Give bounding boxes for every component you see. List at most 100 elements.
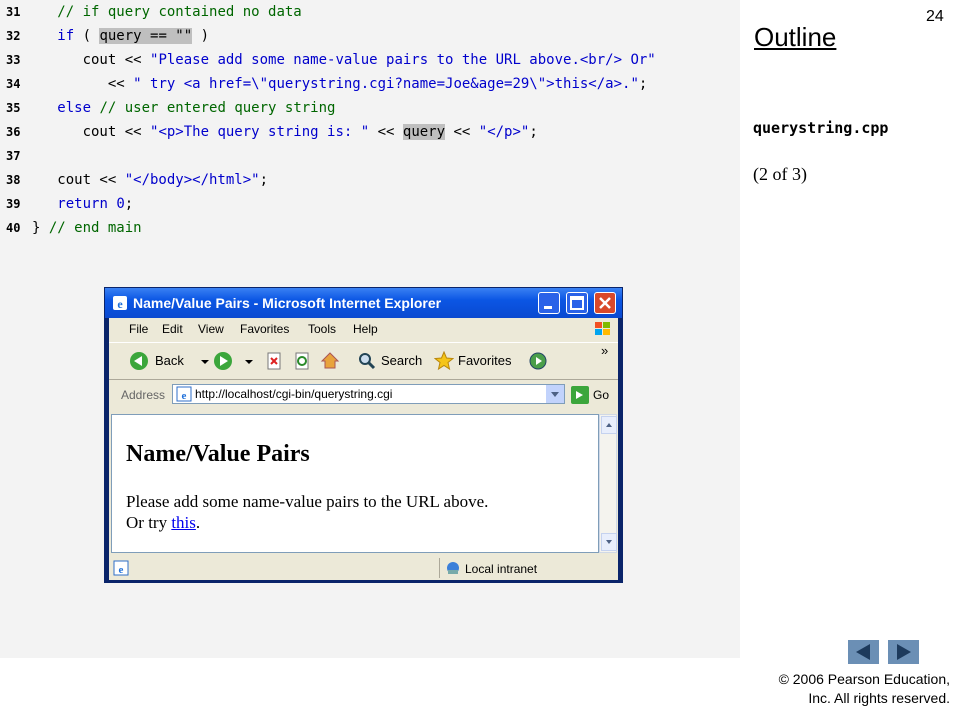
favorites-button[interactable]: Favorites bbox=[458, 353, 511, 368]
address-bar: Address e http://localhost/cgi-bin/query… bbox=[109, 380, 618, 408]
code-token: else bbox=[57, 100, 92, 116]
browser-window: e Name/Value Pairs - Microsoft Internet … bbox=[104, 287, 623, 583]
code-token: 0 bbox=[116, 196, 125, 212]
part-label: (2 of 3) bbox=[753, 164, 807, 184]
copyright-line-2: Inc. All rights reserved. bbox=[808, 690, 950, 706]
go-arrow-icon[interactable] bbox=[571, 386, 589, 404]
code-text: if ( query == "" ) bbox=[32, 24, 209, 48]
page-line-2: Or try this. bbox=[126, 512, 488, 533]
toolbar: Back Search Favorites » bbox=[109, 342, 618, 380]
code-token: } bbox=[32, 220, 49, 236]
copyright-line-1: © 2006 Pearson Education, bbox=[778, 671, 950, 687]
line-number: 36 bbox=[6, 125, 21, 139]
code-token: "<p>The query string is: " bbox=[150, 124, 370, 140]
page-icon: e bbox=[176, 386, 192, 402]
go-button[interactable]: Go bbox=[593, 388, 609, 402]
code-text: << " try <a href=\"querystring.cgi?name=… bbox=[32, 72, 647, 96]
line-number: 35 bbox=[6, 101, 21, 115]
code-text: cout << "Please add some name-value pair… bbox=[32, 48, 656, 72]
code-text: cout << "</body></html>"; bbox=[32, 168, 268, 192]
chevron-down-icon bbox=[551, 392, 559, 397]
address-label: Address bbox=[121, 388, 166, 402]
code-token: query bbox=[402, 124, 446, 140]
code-token: ( bbox=[74, 28, 100, 44]
minimize-icon bbox=[544, 306, 552, 309]
home-icon[interactable] bbox=[320, 351, 340, 371]
code-token: "</p>" bbox=[478, 124, 530, 140]
svg-text:e: e bbox=[119, 564, 124, 576]
code-token: << bbox=[32, 76, 134, 92]
status-divider bbox=[439, 558, 440, 578]
slide-number: 24 bbox=[926, 8, 944, 25]
line-number: 34 bbox=[6, 77, 21, 91]
line-number: 37 bbox=[6, 149, 21, 163]
back-button[interactable]: Back bbox=[155, 353, 184, 368]
menu-item-edit[interactable]: Edit bbox=[162, 322, 183, 336]
code-text: // if query contained no data bbox=[32, 0, 301, 24]
code-token: query == "" bbox=[99, 28, 193, 44]
local-intranet-icon bbox=[447, 562, 459, 574]
code-token: "</body></html>" bbox=[124, 172, 260, 188]
page-paragraph: Please add some name-value pairs to the … bbox=[126, 491, 488, 533]
this-link[interactable]: this bbox=[171, 513, 196, 532]
status-zone: Local intranet bbox=[465, 562, 538, 576]
code-token: ; bbox=[529, 124, 538, 140]
search-button[interactable]: Search bbox=[381, 353, 422, 368]
back-arrow-icon[interactable] bbox=[129, 351, 149, 371]
line-number: 40 bbox=[6, 221, 21, 235]
close-button[interactable] bbox=[594, 292, 616, 314]
windows-flag-icon bbox=[595, 322, 610, 335]
minimize-button[interactable] bbox=[538, 292, 560, 314]
search-icon[interactable] bbox=[357, 351, 377, 371]
back-dropdown-icon[interactable] bbox=[195, 351, 215, 371]
address-input[interactable]: e http://localhost/cgi-bin/querystring.c… bbox=[172, 384, 565, 404]
browser-title: Name/Value Pairs - Microsoft Internet Ex… bbox=[133, 295, 442, 311]
address-dropdown-button[interactable] bbox=[546, 385, 564, 403]
maximize-button[interactable] bbox=[566, 292, 588, 314]
toolbar-overflow-icon[interactable]: » bbox=[601, 343, 608, 358]
favorites-star-icon[interactable] bbox=[434, 351, 454, 371]
code-token: cout << bbox=[32, 52, 151, 68]
code-token: " try <a href=\"querystring.cgi?name=Joe… bbox=[133, 76, 639, 92]
code-token: "Please add some name-value pairs to the… bbox=[150, 52, 656, 68]
line-number: 32 bbox=[6, 29, 21, 43]
svg-text:e: e bbox=[117, 297, 123, 311]
page-content: Name/Value Pairs Please add some name-va… bbox=[111, 414, 599, 553]
outline-link[interactable]: Outline bbox=[754, 22, 836, 53]
chevron-up-icon bbox=[606, 423, 612, 427]
menu-item-tools[interactable]: Tools bbox=[308, 322, 336, 336]
media-icon[interactable] bbox=[528, 351, 548, 371]
scroll-down-button[interactable] bbox=[601, 533, 617, 551]
previous-slide-button[interactable] bbox=[848, 640, 879, 664]
line-number: 33 bbox=[6, 53, 21, 67]
menu-item-help[interactable]: Help bbox=[353, 322, 378, 336]
code-token: ; bbox=[124, 196, 134, 212]
svg-text:e: e bbox=[182, 390, 187, 402]
maximize-icon bbox=[570, 296, 584, 310]
address-value: http://localhost/cgi-bin/querystring.cgi bbox=[195, 387, 393, 401]
code-text: cout << "<p>The query string is: " << qu… bbox=[32, 120, 538, 144]
page-heading: Name/Value Pairs bbox=[126, 441, 310, 467]
menu-item-favorites[interactable]: Favorites bbox=[240, 322, 289, 336]
scroll-up-button[interactable] bbox=[601, 416, 617, 434]
next-slide-button[interactable] bbox=[888, 640, 919, 664]
code-token: if bbox=[57, 28, 75, 44]
close-icon bbox=[599, 297, 611, 309]
vertical-scrollbar[interactable] bbox=[599, 414, 617, 553]
stop-icon[interactable] bbox=[264, 351, 284, 371]
forward-dropdown-icon[interactable] bbox=[239, 351, 259, 371]
menu-item-view[interactable]: View bbox=[198, 322, 224, 336]
status-bar: e Local intranet bbox=[109, 556, 618, 580]
code-token: // end main bbox=[48, 220, 142, 236]
ie-logo-icon: e bbox=[113, 296, 127, 311]
code-token: cout << bbox=[32, 172, 125, 188]
code-token: // user entered query string bbox=[99, 100, 336, 116]
menu-item-file[interactable]: File bbox=[129, 322, 148, 336]
code-token: ; bbox=[638, 76, 648, 92]
refresh-icon[interactable] bbox=[292, 351, 312, 371]
browser-body: File Edit View Favorites Tools Help Back Sear… bbox=[109, 318, 618, 580]
file-name-label: querystring.cpp bbox=[753, 119, 889, 137]
forward-arrow-icon[interactable] bbox=[213, 351, 233, 371]
